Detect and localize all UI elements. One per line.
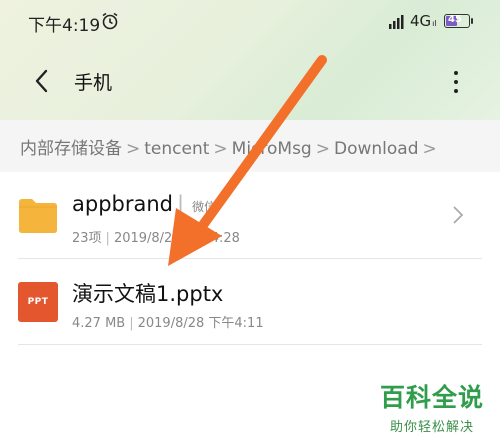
breadcrumb-item-storage[interactable]: 内部存储设备 [20, 139, 122, 159]
page-title: 手机 [74, 72, 113, 94]
modified-date: 2019/8/28 下午4:11 [137, 316, 264, 331]
item-count: 23项 [72, 231, 102, 246]
battery-level: 45 [448, 14, 462, 25]
watermark-sub: 助你轻松解决 [389, 420, 474, 435]
breadcrumb: 内部存储设备 > tencent > MicroMsg > Download > [0, 120, 500, 170]
chevron-right-icon [453, 206, 464, 224]
watermark-main: 百科全说 [379, 383, 484, 412]
battery-icon: 45 [444, 14, 473, 28]
status-bar: 下午4:19 4Gıl 45 [0, 0, 500, 44]
chevron-left-icon[interactable] [32, 68, 52, 94]
wechat-tag: 微信 [192, 200, 217, 214]
ppt-file-icon: PPT [18, 282, 58, 322]
file-name: 演示文稿1.pptx [72, 282, 224, 306]
alarm-icon [102, 12, 118, 30]
file-name: appbrand | 微信 [72, 192, 217, 216]
divider [18, 344, 482, 345]
breadcrumb-item-download[interactable]: Download [334, 139, 419, 159]
header-background: 下午4:19 4Gıl 45 手机 [0, 0, 500, 120]
signal-icon [389, 15, 404, 29]
watermark: 百科全说 助你轻松解决 [372, 378, 492, 435]
chevron-right-icon: > [126, 139, 141, 159]
title-bar: 手机 [0, 56, 500, 104]
file-manager-screen: 下午4:19 4Gıl 45 手机 内部存储设备 > tencent > Mic… [0, 0, 500, 440]
chevron-right-icon: > [315, 139, 330, 159]
file-meta: 4.27 MB | 2019/8/28 下午4:11 [72, 316, 264, 331]
more-vertical-icon[interactable] [446, 68, 466, 94]
breadcrumb-item-tencent[interactable]: tencent [144, 139, 209, 159]
status-time: 下午4:19 [28, 16, 101, 36]
modified-date: 2019/8/23 下午4:28 [113, 231, 240, 246]
folder-icon [19, 199, 57, 233]
network-type: 4Gıl [410, 12, 437, 30]
chevron-right-icon: > [422, 139, 437, 159]
file-size: 4.27 MB [72, 316, 126, 331]
file-meta: 23项 | 2019/8/23 下午4:28 [72, 231, 240, 246]
breadcrumb-item-micromsg[interactable]: MicroMsg [232, 139, 312, 159]
chevron-right-icon: > [213, 139, 228, 159]
